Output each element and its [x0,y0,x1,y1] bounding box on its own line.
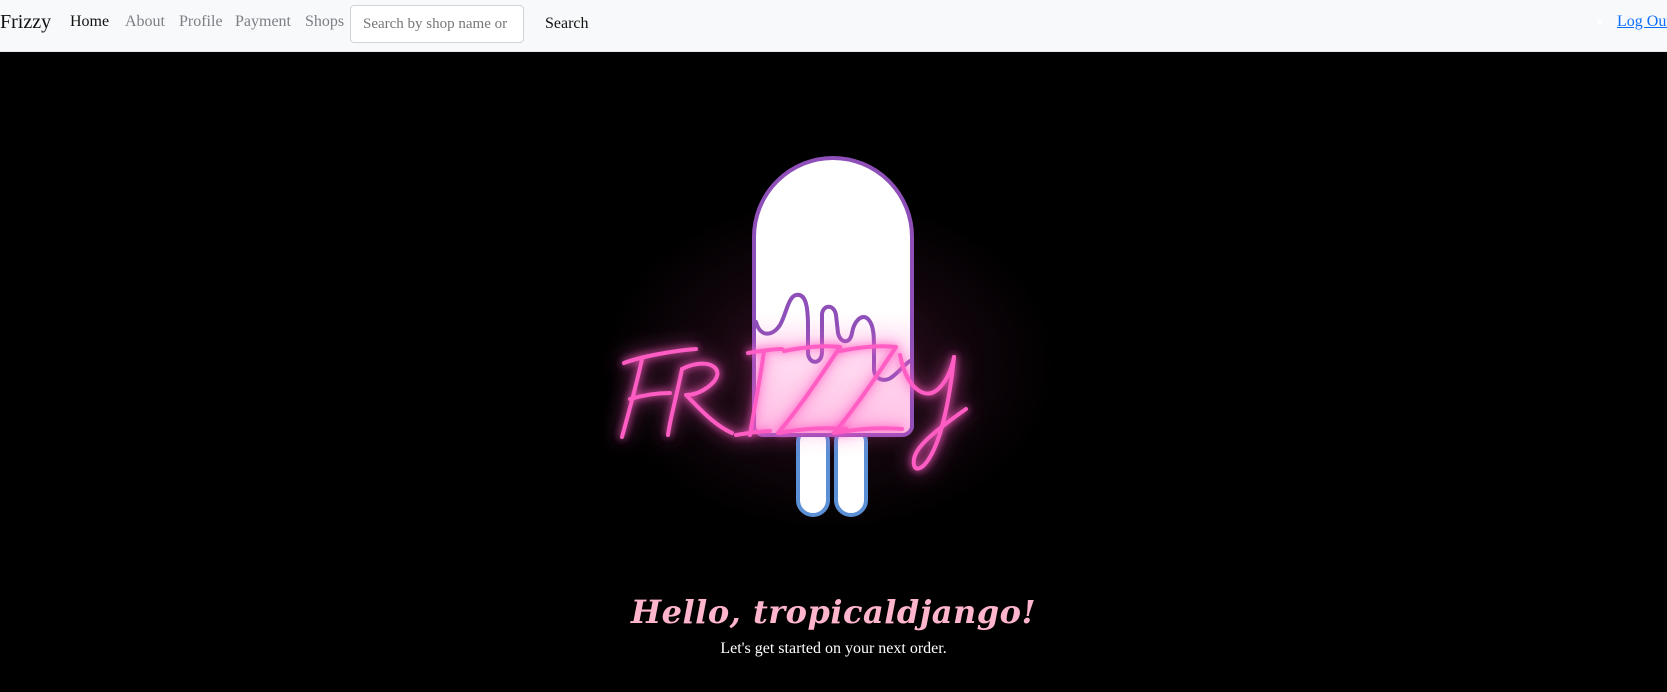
popsicle-stick-left [796,425,830,517]
status-dot [1597,20,1602,25]
hero-section: Hello, tropicaldjango! Let's get started… [0,52,1667,692]
greeting-heading: Hello, tropicaldjango! [630,593,1037,632]
search-input[interactable] [350,5,524,43]
nav-link-profile[interactable]: Profile [179,13,223,31]
popsicle-body [752,156,914,437]
nav-link-home[interactable]: Home [70,13,109,31]
nav-link-shops[interactable]: Shops [305,13,344,31]
brand-logo-link[interactable]: Frizzy [0,11,51,34]
nav-link-about[interactable]: About [125,13,165,31]
nav-link-payment[interactable]: Payment [235,13,291,31]
popsicle-stick-right [834,425,868,517]
search-button[interactable]: Search [536,11,598,37]
frizzy-popsicle-logo [600,156,1060,527]
top-navbar: Frizzy Home About Profile Payment Shops … [0,0,1667,52]
logout-link[interactable]: Log Out [1617,13,1667,31]
greeting-subtitle: Let's get started on your next order. [720,640,947,657]
